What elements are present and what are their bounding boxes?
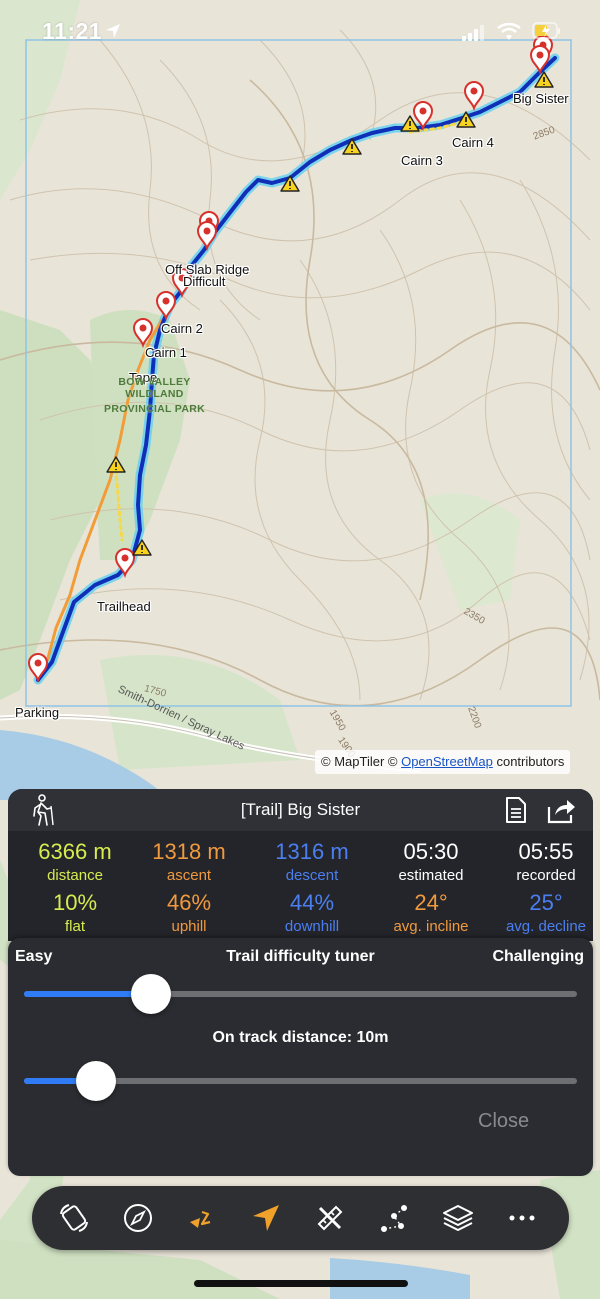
more-icon[interactable] xyxy=(506,1202,538,1234)
waypoint-label-trailhead[interactable]: Trailhead xyxy=(97,599,151,614)
stat-recorded: 05:55 recorded xyxy=(476,840,600,885)
wifi-icon xyxy=(497,23,521,40)
waypoint-label-big-sister[interactable]: Big Sister xyxy=(513,91,569,106)
bottom-toolbar xyxy=(32,1186,569,1250)
battery-charging-icon xyxy=(532,22,560,39)
difficulty-slider-thumb[interactable] xyxy=(131,974,172,1014)
waypoint-label-difficult[interactable]: Difficult xyxy=(183,274,225,289)
document-icon[interactable] xyxy=(501,796,529,824)
waypoints-icon[interactable] xyxy=(378,1202,410,1234)
share-icon[interactable] xyxy=(545,795,577,825)
attribution-suffix: contributors xyxy=(492,754,565,769)
stat-label: uphill xyxy=(171,918,207,935)
location-services-icon xyxy=(106,24,120,38)
on-track-distance-label: On track distance: 10m xyxy=(212,1029,389,1046)
waypoint-label-cairn3[interactable]: Cairn 3 xyxy=(401,153,443,168)
compass-icon[interactable] xyxy=(122,1202,154,1234)
cellular-signal-icon xyxy=(462,25,484,41)
location-arrow-icon[interactable] xyxy=(250,1202,282,1234)
stat-label: recorded xyxy=(516,867,576,884)
stat-value: 05:55 xyxy=(518,839,574,864)
distance-slider[interactable] xyxy=(24,1061,577,1101)
waypoint-label-parking[interactable]: Parking xyxy=(15,705,59,720)
status-bar: 11:21 xyxy=(0,0,600,70)
stat-avg-decline: 25° avg. decline xyxy=(476,891,600,936)
home-indicator[interactable] xyxy=(194,1280,408,1287)
stat-value: 46% xyxy=(166,890,212,915)
panel-header: [Trail] Big Sister xyxy=(8,789,593,831)
park-name-line2: PROVINCIAL PARK xyxy=(104,403,205,415)
stat-value: 1318 m xyxy=(152,839,226,864)
distance-slider-thumb[interactable] xyxy=(75,1061,116,1101)
status-time: 11:21 xyxy=(42,18,103,44)
track-stats-panel: [Trail] Big Sister 6366 m distance 1318 ma… xyxy=(8,789,593,941)
stat-ascent: 1318 m ascent xyxy=(119,840,259,885)
navigate-route-icon[interactable] xyxy=(186,1202,218,1234)
easy-label: Easy xyxy=(15,948,53,965)
map-attribution[interactable]: © MapTiler © OpenStreetMap contributors xyxy=(315,750,571,774)
challenging-label: Challenging xyxy=(492,948,584,965)
waypoint-label-cairn1[interactable]: Cairn 1 xyxy=(145,345,187,360)
rotate-map-icon[interactable] xyxy=(58,1202,90,1234)
stat-label: ascent xyxy=(166,867,212,884)
difficulty-slider[interactable] xyxy=(24,974,577,1014)
stat-value: 25° xyxy=(529,890,563,915)
waypoint-label-cairn4[interactable]: Cairn 4 xyxy=(452,135,494,150)
layers-icon[interactable] xyxy=(442,1202,474,1234)
park-name-line1: BOW VALLEY WILDLAND xyxy=(118,376,191,400)
close-button[interactable]: Close xyxy=(478,1110,529,1133)
difficulty-tuner-panel: Easy Trail difficulty tuner Challenging … xyxy=(8,938,593,1176)
attribution-prefix: © MapTiler © xyxy=(321,754,402,769)
park-name-label: BOW VALLEY WILDLAND PROVINCIAL PARK xyxy=(92,376,217,415)
stat-label: avg. decline xyxy=(505,918,587,935)
stat-uphill: 46% uphill xyxy=(119,891,259,936)
waypoint-label-cairn2[interactable]: Cairn 2 xyxy=(161,321,203,336)
ruler-pencil-icon[interactable] xyxy=(314,1202,346,1234)
osm-link[interactable]: OpenStreetMap xyxy=(401,754,493,769)
